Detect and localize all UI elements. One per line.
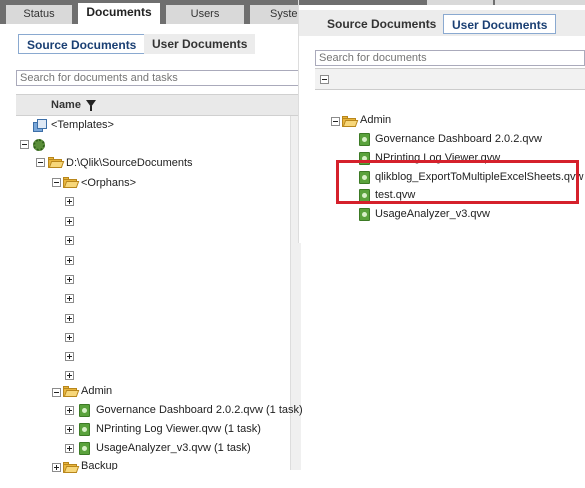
- expand-toggle-orphan-6[interactable]: [65, 294, 74, 303]
- tab-source-documents[interactable]: Source Documents: [319, 14, 444, 34]
- highlight-box: [336, 160, 579, 204]
- tree-item-admin[interactable]: Admin: [81, 383, 112, 399]
- qlikview-document-icon: [359, 133, 370, 146]
- name-column-label: Name: [51, 99, 81, 111]
- server-gear-icon: [33, 139, 45, 151]
- tree-item-backup[interactable]: Backup: [81, 458, 118, 470]
- folder-open-icon: [342, 116, 359, 127]
- tab-user-documents[interactable]: User Documents: [443, 14, 557, 34]
- search-documents-input[interactable]: [315, 50, 585, 66]
- qlikview-document-icon: [79, 442, 90, 455]
- expand-toggle-orphan-5[interactable]: [65, 275, 74, 284]
- collapse-toggle-orphans[interactable]: [52, 178, 61, 187]
- qlikview-document-icon: [359, 208, 370, 221]
- collapse-toggle-admin[interactable]: [331, 117, 340, 126]
- expand-toggle-orphan-3[interactable]: [65, 236, 74, 245]
- expand-toggle-doc-1[interactable]: [65, 406, 74, 415]
- expand-toggle-doc-3[interactable]: [65, 444, 74, 453]
- tree-item-nprinting-log-viewer[interactable]: NPrinting Log Viewer.qvw (1 task): [96, 421, 261, 437]
- document-type-tabs: Source Documents User Documents: [0, 34, 300, 56]
- tree-item-source-path[interactable]: D:\Qlik\SourceDocuments: [66, 155, 193, 171]
- filter-icon[interactable]: [86, 100, 96, 111]
- collapse-toggle-server[interactable]: [20, 140, 29, 149]
- overlay-document-type-tabs: Source Documents User Documents: [299, 10, 585, 36]
- tree-header: [315, 68, 585, 90]
- folder-open-icon: [48, 157, 65, 168]
- tree-item-templates[interactable]: <Templates>: [51, 117, 114, 133]
- expand-toggle-backup[interactable]: [52, 463, 61, 472]
- expand-toggle-orphan-4[interactable]: [65, 256, 74, 265]
- tree-item-governance-dashboard[interactable]: Governance Dashboard 2.0.2.qvw: [375, 131, 542, 147]
- expand-toggle-orphan-1[interactable]: [65, 197, 74, 206]
- tree-item-orphans[interactable]: <Orphans>: [81, 175, 136, 191]
- main-tab-bar: Status Documents Users Syste: [0, 0, 300, 24]
- folder-icon: [63, 462, 80, 473]
- qlikview-document-icon: [79, 423, 90, 436]
- collapse-toggle-root[interactable]: [320, 75, 329, 84]
- tab-users[interactable]: Users: [166, 5, 244, 24]
- folder-open-icon: [63, 386, 80, 397]
- tree-item-governance-dashboard[interactable]: Governance Dashboard 2.0.2.qvw (1 task): [96, 402, 303, 418]
- expand-toggle-orphan-9[interactable]: [65, 352, 74, 361]
- user-documents-panel: Source Documents User Documents Admin Go…: [298, 0, 585, 243]
- expand-toggle-orphan-7[interactable]: [65, 314, 74, 323]
- tree-item-usage-analyzer[interactable]: UsageAnalyzer_v3.qvw (1 task): [96, 440, 251, 456]
- tab-user-documents[interactable]: User Documents: [144, 34, 256, 54]
- tab-source-documents[interactable]: Source Documents: [18, 34, 146, 54]
- search-documents-tasks-input[interactable]: [16, 70, 300, 86]
- expand-toggle-orphan-10[interactable]: [65, 371, 74, 380]
- expand-toggle-doc-2[interactable]: [65, 425, 74, 434]
- collapse-toggle-source-path[interactable]: [36, 158, 45, 167]
- tree-item-usage-analyzer[interactable]: UsageAnalyzer_v3.qvw: [375, 206, 490, 222]
- templates-icon: [33, 119, 47, 132]
- tree-item-admin[interactable]: Admin: [360, 112, 391, 128]
- collapse-toggle-admin[interactable]: [52, 388, 61, 397]
- folder-open-icon: [63, 177, 80, 188]
- overlay-tab-bar: [299, 0, 585, 5]
- name-column-header[interactable]: Name: [16, 94, 300, 116]
- tab-documents[interactable]: Documents: [78, 3, 160, 24]
- expand-toggle-orphan-8[interactable]: [65, 333, 74, 342]
- qlikview-document-icon: [79, 404, 90, 417]
- tab-status[interactable]: Status: [6, 5, 72, 24]
- qmc-documents-panel: Status Documents Users Syste Source Docu…: [0, 0, 303, 473]
- expand-toggle-orphan-2[interactable]: [65, 217, 74, 226]
- tab-system[interactable]: Syste: [250, 5, 300, 24]
